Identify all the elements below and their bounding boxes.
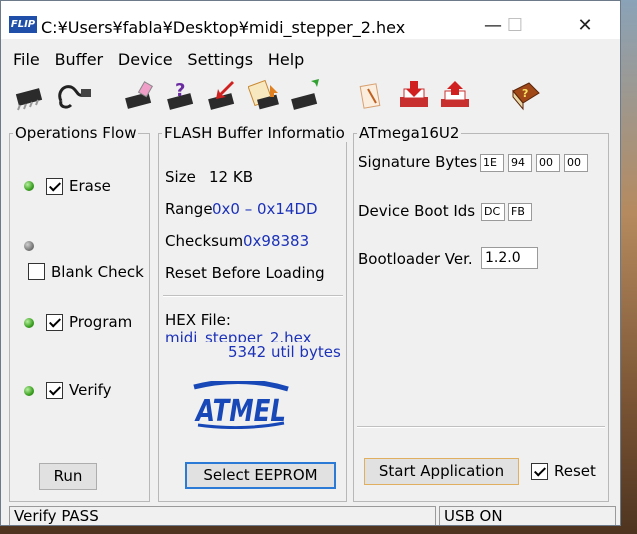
size-label: Size [165,168,196,186]
menu-device[interactable]: Device [106,48,179,72]
blank-check-label: Blank Check [51,263,144,281]
verify-icon[interactable] [289,79,321,113]
size-value: 12 KB [209,168,253,186]
blank-check-checkbox[interactable] [28,263,45,280]
program-label: Program [69,313,133,331]
load-hex-icon[interactable] [356,79,388,113]
signature-bytes-label: Signature Bytes [358,153,478,171]
boot-ids-label: Device Boot Ids [358,202,476,220]
checksum-value: 0x98383 [243,232,310,250]
hex-file-label: HEX File: [165,311,231,329]
device-title: ATmega16U2 [357,124,462,142]
signature-byte-1: 1E [480,154,504,172]
close-button[interactable]: ✕ [565,13,605,39]
program-status-led [24,318,34,328]
window-title: C:¥Users¥fabla¥Desktop¥midi_stepper_2.he… [41,18,406,37]
menu-settings[interactable]: Settings [175,48,259,72]
save-buffer-icon[interactable] [398,79,430,113]
util-bytes: 5342 util bytes [228,343,341,361]
status-message: Verify PASS [9,506,436,525]
blank-check-icon[interactable]: ? [165,79,197,113]
range-value: 0x0 – 0x14DD [212,200,318,218]
maximize-button[interactable]: ☐ [495,13,535,39]
device-group: ATmega16U2 [353,124,609,502]
svg-text:?: ? [522,87,528,100]
signature-byte-3: 00 [536,154,560,172]
program-checkbox[interactable] [46,314,63,331]
hex-file-name: midi_stepper_2.hex [165,329,312,342]
signature-byte-4: 00 [564,154,588,172]
signature-byte-2: 94 [508,154,532,172]
bootloader-version-label: Bootloader Ver. [358,250,473,268]
flip-app-icon: FLIP [9,16,37,33]
verify-status-led [24,386,34,396]
verify-label: Verify [69,381,112,399]
toolbar: ? ? [1,79,620,115]
checksum-label: Checksum [165,232,244,250]
device-separator [357,426,605,428]
operations-flow-title: Operations Flow [13,124,139,142]
reset-label: Reset [554,462,596,480]
flash-buffer-title: FLASH Buffer Informatio [162,124,347,142]
hex-file-name-clip: midi_stepper_2.hex [165,329,341,342]
select-eeprom-button[interactable]: Select EEPROM [185,462,336,489]
range-label: Range [165,200,213,218]
menu-bar: File Buffer Device Settings Help [1,48,620,72]
run-button[interactable]: Run [39,463,97,490]
bootloader-version-value: 1.2.0 [481,247,538,269]
flash-separator [163,295,343,297]
help-book-icon[interactable]: ? [509,79,541,113]
erase-icon[interactable] [123,79,155,113]
boot-id-2: FB [508,203,532,221]
erase-label: Erase [69,177,111,195]
atmel-logo: ATMEL [192,379,292,430]
verify-checkbox[interactable] [46,382,63,399]
menu-file[interactable]: File [1,48,46,72]
flip-window: FLIP C:¥Users¥fabla¥Desktop¥midi_stepper… [0,0,621,526]
reset-checkbox[interactable] [531,463,548,480]
blank-check-status-led [24,241,34,251]
erase-checkbox[interactable] [46,178,63,195]
erase-status-led [24,181,34,191]
usb-status: USB ON [439,506,616,525]
read-icon[interactable] [247,79,280,113]
menu-help[interactable]: Help [256,48,310,72]
title-bar: FLIP C:¥Users¥fabla¥Desktop¥midi_stepper… [1,1,620,39]
select-device-icon[interactable] [13,79,45,113]
menu-buffer[interactable]: Buffer [43,48,110,72]
svg-text:?: ? [175,80,185,101]
start-application-button[interactable]: Start Application [364,458,519,485]
usb-communication-icon[interactable] [55,79,93,113]
program-icon[interactable] [206,79,238,113]
boot-id-1: DC [481,203,505,221]
load-buffer-icon[interactable] [439,79,471,113]
reset-before-loading-label[interactable]: Reset Before Loading [165,264,325,282]
